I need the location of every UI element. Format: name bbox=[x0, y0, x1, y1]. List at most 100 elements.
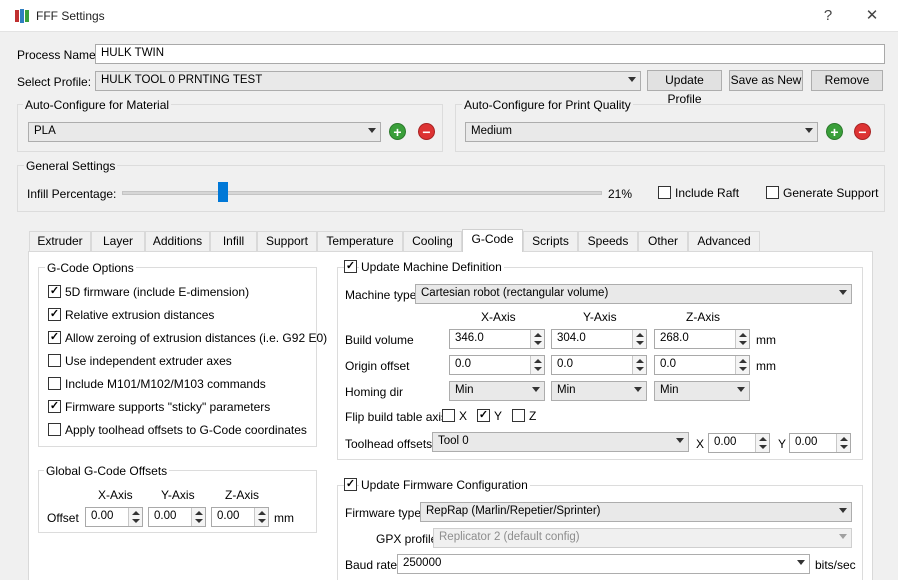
offset-x-input[interactable]: 0.00 bbox=[85, 507, 143, 527]
infill-slider-handle[interactable] bbox=[217, 182, 228, 202]
gpx-profile-select[interactable]: Replicator 2 (default config) bbox=[433, 528, 852, 548]
tab-cooling[interactable]: Cooling bbox=[403, 231, 462, 252]
tab-extruder[interactable]: Extruder bbox=[29, 231, 91, 252]
spin-arrows-icon[interactable] bbox=[254, 508, 268, 526]
homing-z-select[interactable]: Min bbox=[654, 381, 750, 401]
baud-rate-unit: bits/sec bbox=[815, 558, 856, 572]
baud-rate-select[interactable]: 250000 bbox=[397, 554, 810, 574]
quality-select[interactable]: Medium bbox=[465, 122, 818, 142]
gcode-option-label: Firmware supports "sticky" parameters bbox=[65, 400, 271, 414]
spin-arrows-icon[interactable] bbox=[530, 356, 544, 374]
spin-arrows-icon[interactable] bbox=[836, 434, 850, 452]
gpx-profile-value: Replicator 2 (default config) bbox=[439, 531, 580, 543]
help-button[interactable]: ? bbox=[814, 4, 842, 28]
update-firmware-checkbox[interactable]: ✓ bbox=[344, 478, 357, 491]
process-name-label: Process Name: bbox=[17, 48, 100, 62]
spin-arrows-icon[interactable] bbox=[735, 356, 749, 374]
gcode-option-checkbox[interactable] bbox=[48, 354, 61, 367]
tab-additions[interactable]: Additions bbox=[145, 231, 210, 252]
add-material-icon[interactable]: + bbox=[389, 123, 406, 140]
spin-arrows-icon[interactable] bbox=[755, 434, 769, 452]
generate-support-checkbox[interactable] bbox=[766, 186, 779, 199]
build-x-input[interactable]: 346.0 bbox=[449, 329, 545, 349]
gcode-option-checkbox[interactable]: ✓ bbox=[48, 285, 61, 298]
profile-select[interactable]: HULK TOOL 0 PRNTING TEST bbox=[95, 71, 641, 91]
toolhead-y-input[interactable]: 0.00 bbox=[789, 433, 851, 453]
update-machine-checkbox[interactable]: ✓ bbox=[344, 260, 357, 273]
offset-y-input[interactable]: 0.00 bbox=[148, 507, 206, 527]
flip-x-checkbox[interactable] bbox=[442, 409, 455, 422]
toolhead-x-label: X bbox=[696, 437, 705, 451]
build-x-value: 346.0 bbox=[455, 332, 484, 344]
remove-material-icon[interactable]: − bbox=[418, 123, 435, 140]
infill-slider-track[interactable] bbox=[122, 191, 602, 195]
include-raft-checkbox[interactable] bbox=[658, 186, 671, 199]
title-bar: FFF Settings ? ✕ bbox=[0, 0, 898, 32]
tab-advanced[interactable]: Advanced bbox=[688, 231, 760, 252]
toolhead-select[interactable]: Tool 0 bbox=[432, 432, 689, 452]
spin-arrows-icon[interactable] bbox=[632, 356, 646, 374]
save-as-new-button[interactable]: Save as New bbox=[729, 70, 803, 91]
tab-gcode[interactable]: G-Code bbox=[462, 229, 523, 252]
firmware-type-select[interactable]: RepRap (Marlin/Repetier/Sprinter) bbox=[420, 502, 852, 522]
material-select[interactable]: PLA bbox=[28, 122, 381, 142]
offset-z-input[interactable]: 0.00 bbox=[211, 507, 269, 527]
process-name-input[interactable]: HULK TWIN bbox=[95, 44, 885, 64]
tab-layer[interactable]: Layer bbox=[91, 231, 145, 252]
origin-y-value: 0.0 bbox=[557, 358, 573, 370]
tab-infill[interactable]: Infill bbox=[210, 231, 257, 252]
machine-x-axis-header: X-Axis bbox=[481, 310, 516, 324]
tab-speeds[interactable]: Speeds bbox=[578, 231, 638, 252]
spin-arrows-icon[interactable] bbox=[632, 330, 646, 348]
tab-support[interactable]: Support bbox=[257, 231, 317, 252]
gcode-option-label: Allow zeroing of extrusion distances (i.… bbox=[65, 331, 328, 345]
tab-other[interactable]: Other bbox=[638, 231, 688, 252]
tab-temperature[interactable]: Temperature bbox=[317, 231, 403, 252]
general-settings-group bbox=[17, 165, 885, 212]
flip-y-checkbox[interactable]: ✓ bbox=[477, 409, 490, 422]
offset-z-axis-header: Z-Axis bbox=[225, 488, 259, 502]
homing-x-select[interactable]: Min bbox=[449, 381, 545, 401]
spin-arrows-icon[interactable] bbox=[735, 330, 749, 348]
homing-z-value: Min bbox=[660, 384, 679, 396]
build-y-input[interactable]: 304.0 bbox=[551, 329, 647, 349]
origin-unit: mm bbox=[756, 359, 776, 373]
chevron-down-icon bbox=[532, 387, 540, 392]
gcode-option-checkbox[interactable]: ✓ bbox=[48, 308, 61, 321]
toolhead-y-value: 0.00 bbox=[795, 436, 818, 448]
gcode-option-checkbox[interactable]: ✓ bbox=[48, 331, 61, 344]
homing-dir-label: Homing dir bbox=[345, 385, 404, 399]
origin-z-input[interactable]: 0.0 bbox=[654, 355, 750, 375]
toolhead-x-input[interactable]: 0.00 bbox=[708, 433, 770, 453]
homing-y-select[interactable]: Min bbox=[551, 381, 647, 401]
build-z-input[interactable]: 268.0 bbox=[654, 329, 750, 349]
machine-type-select[interactable]: Cartesian robot (rectangular volume) bbox=[415, 284, 852, 304]
general-settings-title: General Settings bbox=[24, 159, 118, 173]
gcode-options-title: G-Code Options bbox=[45, 261, 136, 275]
spin-arrows-icon[interactable] bbox=[128, 508, 142, 526]
gpx-profile-label: GPX profile bbox=[376, 532, 438, 546]
spin-arrows-icon[interactable] bbox=[191, 508, 205, 526]
profile-select-value: HULK TOOL 0 PRNTING TEST bbox=[101, 74, 263, 86]
tab-scripts[interactable]: Scripts bbox=[523, 231, 578, 252]
gcode-option-checkbox[interactable] bbox=[48, 377, 61, 390]
chevron-down-icon bbox=[839, 508, 847, 513]
close-button[interactable]: ✕ bbox=[858, 4, 886, 28]
build-z-value: 268.0 bbox=[660, 332, 689, 344]
chevron-down-icon bbox=[805, 128, 813, 133]
origin-y-input[interactable]: 0.0 bbox=[551, 355, 647, 375]
remove-quality-icon[interactable]: − bbox=[854, 123, 871, 140]
update-profile-button[interactable]: Update Profile bbox=[647, 70, 722, 106]
toolhead-x-value: 0.00 bbox=[714, 436, 737, 448]
build-y-value: 304.0 bbox=[557, 332, 586, 344]
gcode-option-checkbox[interactable] bbox=[48, 423, 61, 436]
origin-x-input[interactable]: 0.0 bbox=[449, 355, 545, 375]
spin-arrows-icon[interactable] bbox=[530, 330, 544, 348]
remove-button[interactable]: Remove bbox=[811, 70, 883, 91]
app-logo-icon bbox=[15, 9, 29, 23]
flip-z-checkbox[interactable] bbox=[512, 409, 525, 422]
add-quality-icon[interactable]: + bbox=[826, 123, 843, 140]
build-volume-label: Build volume bbox=[345, 333, 414, 347]
gcode-option-checkbox[interactable]: ✓ bbox=[48, 400, 61, 413]
include-raft-label: Include Raft bbox=[675, 186, 740, 200]
